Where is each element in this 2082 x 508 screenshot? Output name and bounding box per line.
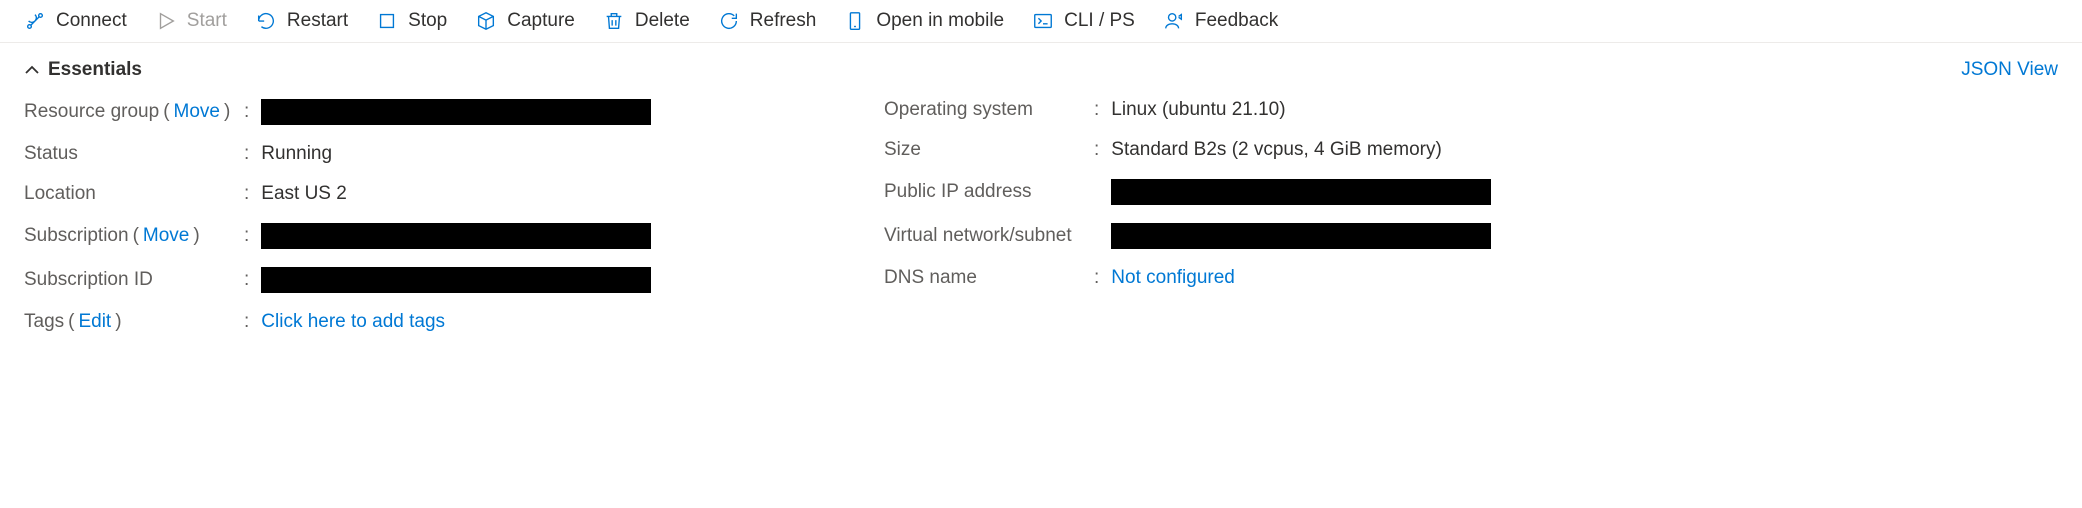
vnet-row: Virtual network/subnet :	[884, 223, 2058, 249]
os-row: Operating system : Linux (ubuntu 21.10)	[884, 99, 2058, 121]
tags-add-link[interactable]: Click here to add tags	[261, 311, 445, 333]
restart-icon	[255, 10, 277, 32]
essentials-header: Essentials JSON View	[24, 59, 2058, 81]
capture-icon	[475, 10, 497, 32]
chevron-up-icon	[24, 62, 40, 78]
refresh-icon	[718, 10, 740, 32]
dns-row: DNS name : Not configured	[884, 267, 2058, 289]
connect-button[interactable]: Connect	[24, 10, 127, 32]
delete-button[interactable]: Delete	[603, 10, 690, 32]
os-label: Operating system	[884, 99, 1094, 121]
tags-row: Tags (Edit) : Click here to add tags	[24, 311, 2058, 333]
tags-label: Tags (Edit)	[24, 311, 244, 333]
size-label: Size	[884, 139, 1094, 161]
delete-label: Delete	[635, 10, 690, 32]
refresh-button[interactable]: Refresh	[718, 10, 817, 32]
feedback-icon	[1163, 10, 1185, 32]
stop-icon	[376, 10, 398, 32]
delete-icon	[603, 10, 625, 32]
public-ip-label: Public IP address	[884, 181, 1094, 203]
start-label: Start	[187, 10, 227, 32]
essentials-grid: Resource group (Move) : Status : Running…	[24, 99, 2058, 293]
location-value: East US 2	[261, 183, 347, 205]
feedback-button[interactable]: Feedback	[1163, 10, 1278, 32]
dns-label: DNS name	[884, 267, 1094, 289]
json-view-link[interactable]: JSON View	[1961, 59, 2058, 81]
resource-group-value-redacted	[261, 99, 651, 125]
mobile-icon	[844, 10, 866, 32]
essentials-left-column: Resource group (Move) : Status : Running…	[24, 99, 744, 293]
essentials-title: Essentials	[48, 59, 142, 81]
essentials-toggle[interactable]: Essentials	[24, 59, 142, 81]
cli-icon	[1032, 10, 1054, 32]
connect-icon	[24, 10, 46, 32]
open-mobile-button[interactable]: Open in mobile	[844, 10, 1004, 32]
open-mobile-label: Open in mobile	[876, 10, 1004, 32]
resource-group-label: Resource group (Move)	[24, 101, 244, 123]
capture-button[interactable]: Capture	[475, 10, 575, 32]
refresh-label: Refresh	[750, 10, 817, 32]
vnet-label: Virtual network/subnet	[884, 225, 1094, 247]
tags-edit-link[interactable]: Edit	[78, 311, 111, 333]
subscription-id-value-redacted	[261, 267, 651, 293]
status-row: Status : Running	[24, 143, 744, 165]
subscription-label: Subscription (Move)	[24, 225, 244, 247]
vnet-value-redacted	[1111, 223, 1491, 249]
toolbar: Connect Start Restart Stop Capture Delet…	[0, 0, 2082, 43]
status-label: Status	[24, 143, 244, 165]
cli-ps-label: CLI / PS	[1064, 10, 1135, 32]
start-button: Start	[155, 10, 227, 32]
dns-value[interactable]: Not configured	[1111, 267, 1235, 289]
resource-group-move-link[interactable]: Move	[174, 101, 220, 123]
essentials-section: Essentials JSON View Resource group (Mov…	[0, 43, 2082, 353]
subscription-move-link[interactable]: Move	[143, 225, 189, 247]
essentials-right-column: Operating system : Linux (ubuntu 21.10) …	[884, 99, 2058, 293]
stop-button[interactable]: Stop	[376, 10, 447, 32]
os-value: Linux (ubuntu 21.10)	[1111, 99, 1285, 121]
cli-ps-button[interactable]: CLI / PS	[1032, 10, 1135, 32]
location-row: Location : East US 2	[24, 183, 744, 205]
subscription-id-label: Subscription ID	[24, 269, 244, 291]
size-row: Size : Standard B2s (2 vcpus, 4 GiB memo…	[884, 139, 2058, 161]
subscription-row: Subscription (Move) :	[24, 223, 744, 249]
public-ip-value-redacted	[1111, 179, 1491, 205]
feedback-label: Feedback	[1195, 10, 1278, 32]
subscription-value-redacted	[261, 223, 651, 249]
connect-label: Connect	[56, 10, 127, 32]
public-ip-row: Public IP address :	[884, 179, 2058, 205]
size-value: Standard B2s (2 vcpus, 4 GiB memory)	[1111, 139, 1442, 161]
resource-group-row: Resource group (Move) :	[24, 99, 744, 125]
subscription-id-row: Subscription ID :	[24, 267, 744, 293]
location-label: Location	[24, 183, 244, 205]
restart-label: Restart	[287, 10, 348, 32]
start-icon	[155, 10, 177, 32]
restart-button[interactable]: Restart	[255, 10, 348, 32]
capture-label: Capture	[507, 10, 575, 32]
stop-label: Stop	[408, 10, 447, 32]
status-value: Running	[261, 143, 332, 165]
